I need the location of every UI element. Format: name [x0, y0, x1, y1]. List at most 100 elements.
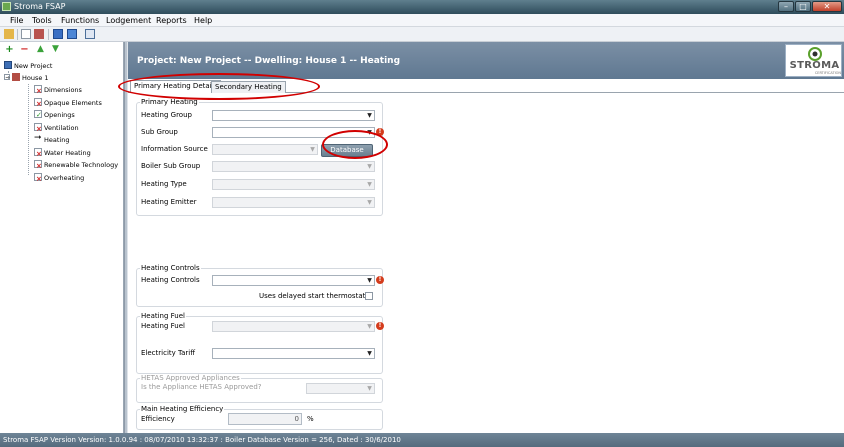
red-x-icon: × [36, 162, 42, 170]
remove-icon[interactable]: − [20, 45, 29, 55]
tree-item-openings[interactable]: ✓ Openings [34, 110, 75, 121]
collapse-icon[interactable]: − [4, 74, 10, 81]
tree-item-heating[interactable]: ➞ Heating [34, 133, 70, 146]
tree-item-label: Openings [44, 111, 75, 119]
heating-group-select[interactable]: ▼ [212, 110, 375, 121]
tree-root-node[interactable]: New Project [4, 61, 52, 72]
app-icon [2, 2, 11, 11]
menu-reports[interactable]: Reports [156, 16, 187, 25]
heating-fuel-label: Heating Fuel [141, 322, 185, 330]
warning-icon: ! [376, 322, 384, 330]
tree-item-renewable-technology[interactable]: × Renewable Technology [34, 160, 118, 171]
efficiency-unit: % [307, 415, 314, 423]
menu-tools[interactable]: Tools [32, 16, 52, 25]
boiler-sub-group-label: Boiler Sub Group [141, 162, 201, 170]
tree-item-label: Water Heating [44, 149, 91, 157]
chevron-down-icon: ▼ [367, 199, 372, 206]
heating-emitter-select[interactable]: ▼ [212, 197, 375, 208]
tree-item-overheating[interactable]: × Overheating [34, 173, 84, 184]
menu-help[interactable]: Help [194, 16, 212, 25]
sub-group-label: Sub Group [141, 128, 178, 136]
chevron-down-icon: ▼ [367, 181, 372, 188]
red-x-icon: × [36, 150, 42, 158]
main-panel: Project: New Project -- Dwelling: House … [128, 42, 844, 433]
document-icon: × [34, 160, 42, 170]
efficiency-label: Efficiency [141, 415, 175, 423]
project-icon [4, 61, 12, 69]
information-source-select[interactable]: ▼ [212, 144, 318, 155]
red-x-icon: × [36, 87, 42, 95]
annotation-circle-tabs [118, 73, 320, 100]
menu-bar: File Tools Functions Lodgement Reports H… [0, 14, 844, 27]
tree-item-label: Opaque Elements [44, 99, 102, 107]
heating-controls-group: Heating Controls [136, 264, 383, 307]
hetas-approved-select[interactable]: ▼ [306, 383, 375, 394]
heating-controls-label: Heating Controls [141, 276, 200, 284]
electricity-tariff-label: Electricity Tariff [141, 349, 196, 357]
hetas-approved-label: Is the Appliance HETAS Approved? [141, 383, 262, 391]
heating-controls-select[interactable]: ▼ [212, 275, 375, 286]
tree-item-dimensions[interactable]: × Dimensions [34, 85, 82, 96]
tab-content: Primary Heating Heating Group ▼ Sub Grou… [128, 93, 844, 433]
chevron-down-icon: ▼ [367, 385, 372, 392]
maximize-button[interactable]: □ [795, 1, 811, 12]
heating-fuel-select[interactable]: ▼ [212, 321, 375, 332]
tree-item-label: Ventilation [44, 124, 79, 132]
logo-subtext: CERTIFICATION [814, 71, 841, 75]
books-icon[interactable] [34, 29, 44, 39]
tree-house-node[interactable]: − House 1 [4, 73, 49, 84]
tree-house-label: House 1 [22, 74, 49, 82]
logo-text: STROMA [789, 60, 840, 71]
efficiency-input[interactable]: 0 [228, 413, 302, 425]
tree-item-label: Overheating [44, 174, 85, 182]
chevron-down-icon: ▼ [367, 277, 372, 284]
menu-file[interactable]: File [10, 16, 23, 25]
warning-icon: ! [376, 276, 384, 284]
group-title: Heating Fuel [140, 312, 186, 321]
close-button[interactable]: ✕ [812, 1, 842, 12]
group-title: Main Heating Efficiency [140, 405, 225, 414]
annotation-circle-database [322, 130, 388, 159]
move-down-icon[interactable]: ▼ [51, 45, 60, 54]
menu-functions[interactable]: Functions [61, 16, 99, 25]
move-up-icon[interactable]: ▲ [36, 45, 45, 54]
electricity-tariff-select[interactable]: ▼ [212, 348, 375, 359]
tree-item-water-heating[interactable]: × Water Heating [34, 148, 91, 159]
toolbar-separator [17, 29, 18, 40]
document-icon: × [34, 98, 42, 108]
heating-group-label: Heating Group [141, 111, 192, 119]
stroma-logo: STROMA CERTIFICATION [785, 44, 842, 77]
project-tree-panel: + − ▲ ▼ New Project − House 1 × Dimensions… [0, 42, 124, 433]
add-icon[interactable]: + [5, 45, 14, 55]
chevron-down-icon: ▼ [367, 112, 372, 119]
document-icon: × [34, 148, 42, 158]
delayed-start-thermostat-label: Uses delayed start thermostat [259, 292, 366, 300]
boiler-sub-group-select[interactable]: ▼ [212, 161, 375, 172]
chevron-down-icon: ▼ [367, 163, 372, 170]
panel-splitter[interactable] [124, 42, 127, 433]
tree-item-label: Dimensions [44, 86, 82, 94]
document-icon: ✓ [34, 110, 42, 119]
save-icon[interactable] [53, 29, 63, 39]
document-icon: × [34, 85, 42, 95]
menu-lodgement[interactable]: Lodgement [106, 16, 151, 25]
status-bar: Stroma FSAP Version Version: 1.0.0.94 : … [0, 433, 844, 447]
chevron-down-icon: ▼ [367, 323, 372, 330]
minimize-button[interactable]: – [778, 1, 794, 12]
arrow-right-icon: ➞ [34, 133, 42, 143]
grid-icon[interactable] [85, 29, 95, 39]
tree-root-label: New Project [14, 62, 53, 70]
document-icon: × [34, 173, 42, 183]
red-x-icon: × [36, 100, 42, 108]
red-x-icon: × [36, 125, 42, 133]
tree-item-label: Heating [44, 136, 70, 144]
tree-connector [28, 84, 29, 175]
open-folder-icon[interactable] [4, 29, 14, 39]
save-all-icon[interactable] [67, 29, 77, 39]
chevron-down-icon: ▼ [310, 146, 315, 153]
house-icon [12, 73, 20, 81]
tree-item-opaque-elements[interactable]: × Opaque Elements [34, 98, 102, 109]
delayed-start-thermostat-checkbox[interactable] [365, 292, 373, 300]
new-document-icon[interactable] [21, 29, 31, 39]
heating-type-select[interactable]: ▼ [212, 179, 375, 190]
